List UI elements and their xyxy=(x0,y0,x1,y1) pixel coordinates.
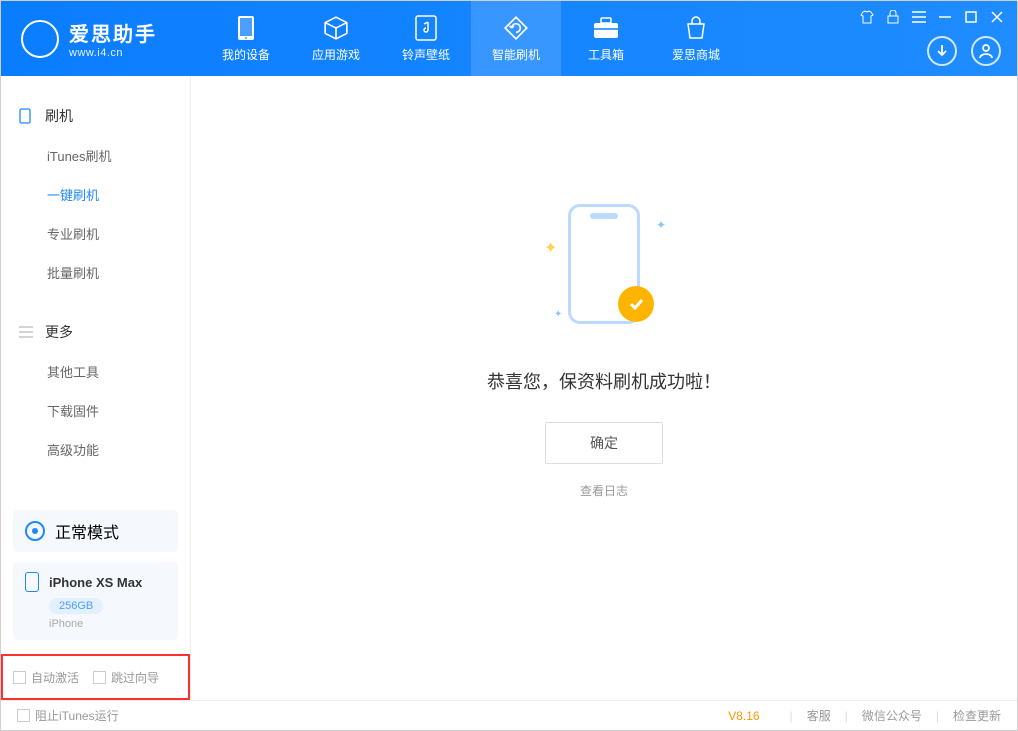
checkbox-icon xyxy=(93,671,106,684)
header: 爱思助手 www.i4.cn 我的设备 应用游戏 铃声壁纸 智能刷机 工具箱 爱… xyxy=(1,1,1017,76)
nav-label: 爱思商城 xyxy=(672,46,720,63)
refresh-icon xyxy=(503,14,529,42)
view-log-link[interactable]: 查看日志 xyxy=(580,482,628,499)
device-icon xyxy=(237,14,255,42)
sidebar-item-oneclick[interactable]: 一键刷机 xyxy=(1,175,190,214)
phone-icon xyxy=(19,108,35,124)
sparkle-icon: ✦ xyxy=(544,238,557,258)
sidebar: 刷机 iTunes刷机 一键刷机 专业刷机 批量刷机 更多 其他工具 下载固件 … xyxy=(1,76,191,700)
sidebar-item-batch[interactable]: 批量刷机 xyxy=(1,253,190,292)
maximize-icon[interactable] xyxy=(963,9,979,25)
sidebar-item-itunes[interactable]: iTunes刷机 xyxy=(1,136,190,175)
music-icon xyxy=(415,14,437,42)
section-title: 刷机 xyxy=(45,106,73,126)
checkbox-block-itunes[interactable]: 阻止iTunes运行 xyxy=(17,707,119,724)
toolbox-icon xyxy=(593,14,619,42)
header-actions xyxy=(927,36,1001,66)
store-icon xyxy=(684,14,708,42)
device-mode-card[interactable]: 正常模式 xyxy=(13,510,178,552)
separator: | xyxy=(936,709,939,723)
nav-label: 我的设备 xyxy=(222,46,270,63)
capacity-badge: 256GB xyxy=(49,598,103,614)
nav-tab-media[interactable]: 铃声壁纸 xyxy=(381,1,471,76)
checkbox-label: 自动激活 xyxy=(31,669,79,686)
logo[interactable]: 爱思助手 www.i4.cn xyxy=(1,18,201,59)
device-type: iPhone xyxy=(49,618,166,630)
section-title: 更多 xyxy=(45,322,73,342)
version: V8.16 xyxy=(728,709,759,723)
checkbox-auto-activate[interactable]: 自动激活 xyxy=(13,669,79,686)
nav-tab-toolbox[interactable]: 工具箱 xyxy=(561,1,651,76)
nav-label: 智能刷机 xyxy=(492,46,540,63)
support-link[interactable]: 客服 xyxy=(807,707,831,724)
tshirt-icon[interactable] xyxy=(859,9,875,25)
separator: | xyxy=(790,709,793,723)
sidebar-item-pro[interactable]: 专业刷机 xyxy=(1,214,190,253)
nav-tab-flash[interactable]: 智能刷机 xyxy=(471,1,561,76)
sidebar-item-other[interactable]: 其他工具 xyxy=(1,352,190,391)
menu-icon[interactable] xyxy=(911,9,927,25)
nav-tab-device[interactable]: 我的设备 xyxy=(201,1,291,76)
window-controls xyxy=(859,9,1005,25)
nav-tabs: 我的设备 应用游戏 铃声壁纸 智能刷机 工具箱 爱思商城 xyxy=(201,1,741,76)
update-link[interactable]: 检查更新 xyxy=(953,707,1001,724)
device-name: iPhone XS Max xyxy=(49,575,142,590)
nav-tab-store[interactable]: 爱思商城 xyxy=(651,1,741,76)
minimize-icon[interactable] xyxy=(937,9,953,25)
wechat-link[interactable]: 微信公众号 xyxy=(862,707,922,724)
mode-icon xyxy=(25,521,45,541)
device-info-card[interactable]: iPhone XS Max 256GB iPhone xyxy=(13,562,178,640)
phone-icon xyxy=(25,572,39,592)
main-content: ✦ ✦ ✦ 恭喜您，保资料刷机成功啦！ 确定 查看日志 xyxy=(191,76,1017,700)
nav-label: 工具箱 xyxy=(588,46,624,63)
ok-button[interactable]: 确定 xyxy=(545,422,663,464)
sparkle-icon: ✦ xyxy=(656,218,666,232)
checkbox-label: 跳过向导 xyxy=(111,669,159,686)
download-button[interactable] xyxy=(927,36,957,66)
close-icon[interactable] xyxy=(989,9,1005,25)
app-subtitle: www.i4.cn xyxy=(69,47,157,59)
sidebar-section-flash[interactable]: 刷机 xyxy=(1,96,190,136)
sidebar-section-more[interactable]: 更多 xyxy=(1,312,190,352)
separator: | xyxy=(845,709,848,723)
device-mode: 正常模式 xyxy=(55,519,119,543)
list-icon xyxy=(19,326,35,338)
success-illustration: ✦ ✦ ✦ xyxy=(534,198,674,338)
checkbox-icon xyxy=(17,709,30,722)
cube-icon xyxy=(323,14,349,42)
nav-label: 铃声壁纸 xyxy=(402,46,450,63)
check-badge-icon xyxy=(618,286,654,322)
sidebar-item-firmware[interactable]: 下载固件 xyxy=(1,391,190,430)
logo-icon xyxy=(21,20,59,58)
lock-icon[interactable] xyxy=(885,9,901,25)
checkbox-icon xyxy=(13,671,26,684)
success-message: 恭喜您，保资料刷机成功啦！ xyxy=(487,368,721,394)
app-title: 爱思助手 xyxy=(69,18,157,47)
footer: 阻止iTunes运行 V8.16 | 客服 | 微信公众号 | 检查更新 xyxy=(1,700,1017,730)
checkbox-label: 阻止iTunes运行 xyxy=(35,707,119,724)
nav-tab-apps[interactable]: 应用游戏 xyxy=(291,1,381,76)
checkbox-skip-guide[interactable]: 跳过向导 xyxy=(93,669,159,686)
device-panel: 正常模式 iPhone XS Max 256GB iPhone xyxy=(13,510,178,640)
sparkle-icon: ✦ xyxy=(554,309,562,320)
options-highlight: 自动激活 跳过向导 xyxy=(1,654,190,700)
nav-label: 应用游戏 xyxy=(312,46,360,63)
sidebar-item-advanced[interactable]: 高级功能 xyxy=(1,430,190,469)
user-button[interactable] xyxy=(971,36,1001,66)
